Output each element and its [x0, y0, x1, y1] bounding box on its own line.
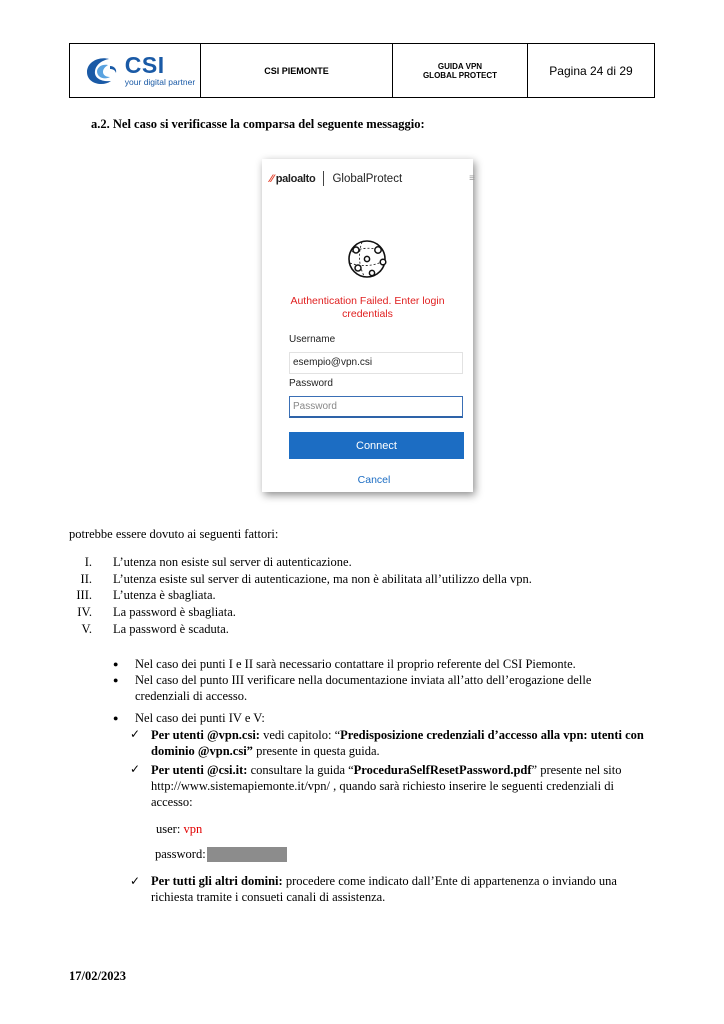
user-label: user:: [156, 822, 184, 836]
reason-number: I.: [84, 555, 92, 569]
error-line-1: Authentication Failed. Enter login: [290, 295, 445, 307]
org-name: CSI PIEMONTE: [264, 65, 329, 76]
page-number: Pagina 24 di 29: [549, 63, 633, 78]
reason-number: II.: [80, 572, 92, 586]
csi-logo: CSI your digital partner: [81, 54, 195, 88]
checkmark-icon: ✓: [130, 762, 141, 776]
bullet-text: Nel caso del punto III verificare nella …: [135, 673, 592, 703]
credential-password: password:: [155, 847, 287, 862]
password-field[interactable]: Password: [289, 396, 463, 418]
username-field[interactable]: esempio@vpn.csi: [289, 352, 463, 374]
bullet-icon: ●: [113, 713, 119, 723]
check-pdf-ref: ProceduraSelfResetPassword.pdf: [353, 763, 532, 777]
globalprotect-dialog-screenshot: ⁄⁄ paloalto GlobalProtect ≡ Authenticati…: [262, 159, 475, 492]
user-value: vpn: [183, 822, 203, 836]
reason-text: La password è sbagliata.: [113, 605, 236, 619]
connect-button[interactable]: Connect: [289, 432, 464, 459]
reason-text: L’utenza esiste sul server di autenticaz…: [113, 572, 532, 586]
csi-swirl-icon: [86, 57, 116, 84]
logo-wordmark: CSI: [124, 52, 165, 79]
check-text: vedi capitolo: “: [259, 728, 341, 742]
logo-cell: CSI your digital partner: [70, 44, 201, 97]
bullet-text: Nel caso dei punti IV e V:: [135, 711, 265, 725]
brand-divider: [323, 171, 325, 186]
footer-date: 17/02/2023: [69, 969, 126, 983]
credential-user: user: vpn: [156, 822, 202, 837]
page-cell: Pagina 24 di 29: [528, 44, 654, 97]
reason-number: III.: [76, 588, 92, 602]
org-cell: CSI PIEMONTE: [201, 44, 393, 97]
guide-cell: GUIDA VPN GLOBAL PROTECT: [393, 44, 528, 97]
check-item-other-domains: Per tutti gli altri domini: procedere co…: [151, 873, 651, 905]
password-label-text: password:: [155, 847, 206, 861]
check-tail: presente in questa guida.: [252, 744, 380, 758]
checkmark-icon: ✓: [130, 874, 141, 888]
auth-error-message: Authentication Failed. Enter login crede…: [262, 295, 473, 321]
password-label: Password: [289, 378, 333, 389]
paloalto-logo-icon: ⁄⁄: [270, 172, 274, 185]
username-label: Username: [289, 334, 336, 345]
check-lead: Per tutti gli altri domini:: [151, 874, 283, 888]
error-line-2: credentials: [342, 308, 393, 320]
reason-number: IV.: [77, 605, 92, 619]
guide-title-line1: GUIDA VPN: [437, 61, 483, 71]
guide-title-line2: GLOBAL PROTECT: [422, 70, 498, 80]
paloalto-brand: ⁄⁄ paloalto GlobalProtect: [270, 171, 402, 186]
paloalto-wordmark: paloalto: [275, 172, 316, 185]
check-lead: Per utenti @vpn.csi:: [151, 728, 260, 742]
product-name: GlobalProtect: [332, 172, 403, 185]
reason-number: V.: [81, 622, 92, 636]
cancel-link[interactable]: Cancel: [262, 474, 486, 486]
section-heading: a.2. Nel caso si verificasse la comparsa…: [91, 117, 425, 131]
network-globe-icon: [348, 240, 387, 278]
checkmark-icon: ✓: [130, 727, 141, 741]
reason-text: L’utenza non esiste sul server di autent…: [113, 555, 352, 569]
reason-text: La password è scaduta.: [113, 622, 229, 636]
reason-text: L’utenza è sbagliata.: [113, 588, 216, 602]
check-item-csi-it: Per utenti @csi.it: consultare la guida …: [151, 762, 657, 810]
menu-icon: ≡: [469, 173, 475, 184]
check-text: consultare la guida “: [247, 763, 354, 777]
bullet-icon: ●: [113, 659, 119, 669]
bullet-text: Nel caso dei punti I e II sarà necessari…: [135, 657, 576, 671]
logo-tagline: your digital partner: [124, 77, 196, 88]
redacted-password: [206, 847, 287, 862]
check-item-vpn-csi: Per utenti @vpn.csi: vedi capitolo: “Pre…: [151, 727, 657, 759]
intro-text: potrebbe essere dovuto ai seguenti fatto…: [69, 527, 279, 541]
bullet-icon: ●: [113, 675, 119, 685]
document-header: CSI your digital partner CSI PIEMONTE GU…: [69, 43, 655, 98]
check-lead: Per utenti @csi.it:: [151, 763, 248, 777]
